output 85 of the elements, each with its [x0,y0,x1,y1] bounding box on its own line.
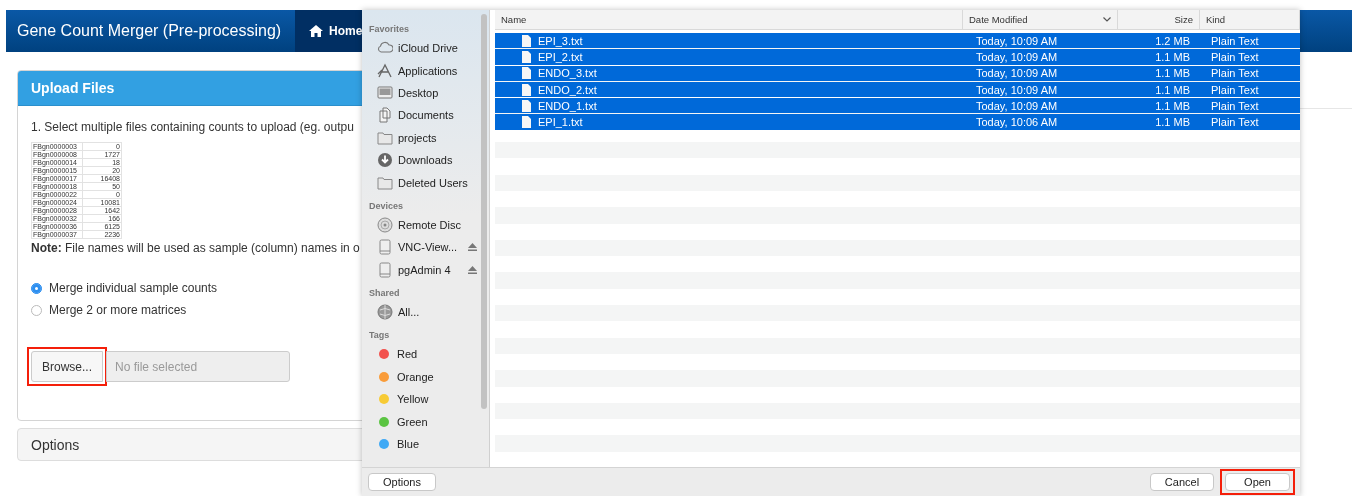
sidebar-item[interactable]: Deleted Users [369,171,477,194]
file-name: ENDO_3.txt [538,67,597,80]
sidebar-item[interactable]: pgAdmin 4 [369,258,477,281]
file-row[interactable]: EPI_3.txt Today, 10:09 AM 1.2 MB Plain Text [495,33,1300,49]
sidebar-item[interactable]: VNC-View... [369,236,477,259]
file-row[interactable]: EPI_1.txt Today, 10:06 AM 1.1 MB Plain Text [495,114,1300,130]
chevron-down-icon [1103,17,1111,22]
sidebar-item[interactable]: Applications [369,59,477,82]
kind-text: Plain Text [1210,67,1260,80]
file-name: ENDO_2.txt [538,83,597,96]
monitor-icon [377,84,393,101]
section-heading: Shared [369,286,401,300]
dialog-button[interactable]: Open [1225,473,1290,491]
globe-icon [377,304,393,321]
column-header[interactable]: Date Modified [963,10,1118,29]
file-field[interactable]: No file selected [106,351,290,382]
date-text: Today, 10:09 AM [975,50,1059,63]
kind-text: Plain Text [1210,83,1260,96]
note-text: Note: File names will be used as sample (column) names in o [31,241,360,255]
download-icon [377,152,393,169]
file-name: EPI_3.txt [538,34,583,47]
instruction-text: 1. Select multiple files containing counts to upload (eg. outpu [31,120,354,134]
sidebar-item[interactable]: Red [369,343,477,366]
dialog-button[interactable]: Cancel [1149,473,1215,491]
sidebar-item[interactable]: Documents [369,104,477,127]
sidebar-item[interactable]: Green [369,410,477,433]
section-heading: Devices [369,199,405,213]
radio-button[interactable] [31,304,42,316]
date-text: Today, 10:09 AM [975,83,1059,96]
sidebar-item[interactable]: Yellow [369,388,477,411]
size-text: 1.1 MB [1154,99,1191,112]
panel-title: Upload Files [31,80,115,96]
kind-text: Plain Text [1210,50,1260,63]
folder-icon [377,174,393,191]
scrollbar[interactable] [481,14,487,409]
compass-icon [377,62,393,79]
sidebar-item[interactable]: Remote Disc [369,213,477,237]
panel-title: Options [31,436,80,453]
file-name: EPI_2.txt [538,50,583,63]
app-title: Gene Count Merger (Pre-processing) [16,22,283,40]
file-row[interactable]: ENDO_1.txt Today, 10:09 AM 1.1 MB Plain Text [495,98,1300,114]
file-row[interactable]: ENDO_3.txt Today, 10:09 AM 1.1 MB Plain Text [495,65,1300,81]
document-icon [522,116,531,129]
options-button[interactable]: Options [368,473,436,491]
documents-icon [377,107,393,124]
sidebar-item[interactable]: projects [369,126,477,149]
column-header[interactable]: Name [495,10,963,29]
kind-text: Plain Text [1210,34,1260,47]
sidebar-item[interactable]: Desktop [369,81,477,105]
size-text: 1.1 MB [1154,67,1191,80]
column-header[interactable]: Size [1118,10,1200,29]
document-icon [522,50,531,63]
date-text: Today, 10:09 AM [975,67,1059,80]
file-name: EPI_1.txt [538,116,583,129]
document-icon [522,34,531,47]
sidebar-item[interactable]: Downloads [369,148,477,172]
size-text: 1.2 MB [1154,34,1191,47]
size-text: 1.1 MB [1154,116,1191,129]
sidebar-item[interactable]: Orange [369,365,477,389]
radio-label[interactable]: Merge individual sample counts [49,281,218,295]
file-row[interactable]: ENDO_2.txt Today, 10:09 AM 1.1 MB Plain Text [495,81,1300,98]
date-text: Today, 10:09 AM [975,99,1059,112]
file-row[interactable]: EPI_2.txt Today, 10:09 AM 1.1 MB Plain Text [495,49,1300,65]
radio-button[interactable] [31,282,42,294]
column-header[interactable]: Kind [1200,10,1300,29]
drive-icon [377,261,393,278]
date-text: Today, 10:06 AM [975,116,1059,129]
kind-text: Plain Text [1210,99,1260,112]
sidebar-item[interactable]: All... [369,300,477,324]
document-icon [522,99,531,112]
section-heading: Tags [369,329,391,343]
drive-icon [377,239,393,256]
file-name: ENDO_1.txt [538,99,597,112]
sidebar-item[interactable]: Blue [369,432,477,456]
document-icon [522,67,531,80]
kind-text: Plain Text [1210,116,1260,129]
document-icon [522,83,531,96]
folder-icon [377,129,393,146]
radio-label[interactable]: Merge 2 or more matrices [49,303,187,317]
browse-button[interactable]: Browse... [31,351,103,382]
size-text: 1.1 MB [1154,50,1191,63]
disc-icon [377,216,393,233]
home-icon [309,25,324,37]
size-text: 1.1 MB [1154,83,1191,96]
date-text: Today, 10:09 AM [975,34,1059,47]
